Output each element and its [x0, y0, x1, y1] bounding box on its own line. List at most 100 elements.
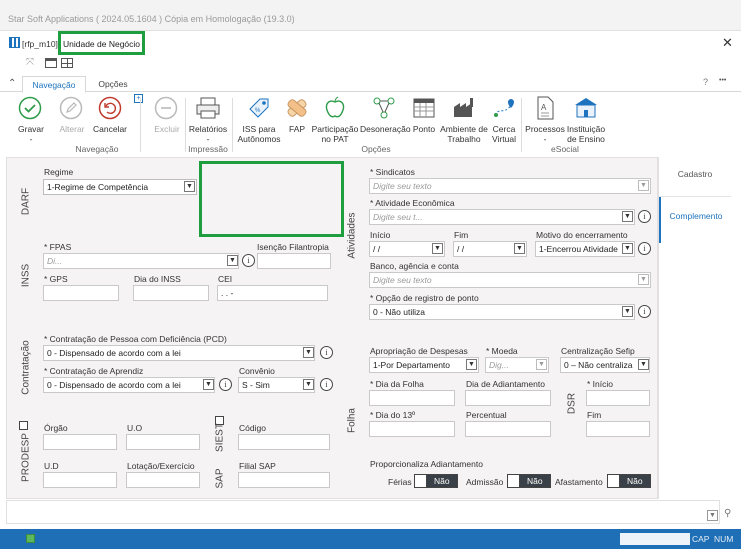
help-icon[interactable]: ? [703, 77, 708, 87]
chevron-down-icon[interactable]: ▼ [227, 255, 238, 266]
aprendiz-select[interactable]: 0 - Dispensado de acordo com a lei [43, 377, 215, 393]
dia-adiantamento-label: Dia de Adiantamento [466, 379, 545, 389]
map-pin-icon [494, 99, 514, 117]
atividade-input[interactable]: Digite seu t... [369, 209, 635, 225]
side-tab-complemento[interactable]: Complemento [659, 197, 731, 243]
orgao-input[interactable] [43, 434, 117, 450]
chevron-down-icon[interactable]: ▼ [432, 243, 443, 254]
aprendiz-label: * Contratação de Aprendiz [44, 366, 144, 376]
chevron-down-icon[interactable]: ▼ [184, 181, 195, 192]
dia-folha-input[interactable] [369, 390, 455, 406]
registro-ponto-select[interactable]: 0 - Não utiliza [369, 304, 635, 320]
info-icon[interactable]: i [638, 305, 651, 318]
cerca-virtual-button[interactable]: Cerca Virtual [490, 124, 518, 144]
chevron-down-icon[interactable]: ▼ [514, 243, 525, 254]
regime-select[interactable]: 1-Regime de Competência [43, 179, 197, 195]
alterar-button[interactable]: Alterar [54, 124, 90, 134]
chevron-down-icon[interactable]: ▼ [303, 379, 314, 390]
iss-autonomos-button[interactable]: ISS para Autônomos [236, 124, 282, 144]
afastamento-toggle-value: Não [620, 475, 650, 487]
table-icon[interactable] [61, 58, 73, 68]
chevron-down-icon[interactable]: ▼ [638, 359, 649, 370]
atividade-placeholder: Digite seu t... [373, 212, 423, 222]
processos-button[interactable]: Processos - [525, 124, 565, 144]
fim-label: Fim [454, 230, 469, 240]
aprendiz-value: 0 - Dispensado de acordo com a lei [47, 380, 181, 390]
participacao-label-2: no PAT [321, 134, 349, 144]
chevron-down-icon[interactable]: ▼ [622, 306, 633, 317]
expand-icon[interactable]: ⤧ [26, 58, 36, 68]
tab-navegacao[interactable]: Navegação [22, 76, 86, 93]
ferias-toggle[interactable]: Não [414, 474, 458, 488]
excluir-button[interactable]: Excluir [150, 124, 184, 134]
chevron-down-icon[interactable]: ▼ [203, 379, 214, 390]
collapse-ribbon-icon[interactable]: ⌃ [8, 78, 16, 89]
atividade-label: * Atividade Econômica [370, 198, 455, 208]
filter-icon[interactable]: ⚲ [724, 508, 731, 519]
relatorios-button[interactable]: Relatórios - [186, 124, 230, 144]
chevron-down-icon[interactable]: ▼ [303, 347, 314, 358]
new-record-icon[interactable]: + [134, 94, 143, 103]
admissao-toggle[interactable]: Não [507, 474, 551, 488]
dia-adiantamento-input[interactable] [465, 390, 551, 406]
info-icon[interactable]: i [638, 210, 651, 223]
dsr-inicio-input[interactable] [586, 390, 650, 406]
info-icon[interactable]: i [320, 378, 333, 391]
filial-sap-input[interactable] [238, 472, 330, 488]
chevron-down-icon[interactable]: ▼ [707, 510, 718, 521]
chevron-down-icon[interactable]: ▼ [638, 180, 649, 191]
dia-inss-input[interactable] [133, 285, 209, 301]
fpas-input[interactable]: Di... [43, 253, 239, 269]
motivo-select[interactable]: 1-Encerrou Atividade [535, 241, 635, 257]
info-icon[interactable]: i [638, 242, 651, 255]
tab-opcoes[interactable]: Opções [90, 76, 136, 92]
dsr-fim-input[interactable] [586, 421, 650, 437]
ambiente-trabalho-button[interactable]: Ambiente de Trabalho [439, 124, 489, 144]
tab-navegacao-label: Navegação [32, 80, 76, 90]
dia-13-input[interactable] [369, 421, 455, 437]
cancelar-button[interactable]: Cancelar [92, 124, 128, 134]
title-highlight [58, 31, 145, 55]
isencao-input[interactable] [257, 253, 331, 269]
percentual-input[interactable] [465, 421, 551, 437]
group-navegacao: Navegação [75, 144, 119, 154]
codigo-input[interactable] [238, 434, 330, 450]
uo-label: U.O [127, 423, 143, 433]
chevron-down-icon[interactable]: ▼ [536, 359, 547, 370]
chevron-down-icon[interactable]: ▼ [622, 243, 633, 254]
pcd-select[interactable]: 0 - Dispensado de acordo com a lei [43, 345, 315, 361]
ponto-button[interactable]: Ponto [410, 124, 438, 134]
ambiente-label-2: Trabalho [447, 134, 481, 144]
chevron-down-icon[interactable]: ▼ [466, 359, 477, 370]
info-icon[interactable]: i [320, 346, 333, 359]
more-icon[interactable]: ••• [719, 77, 726, 84]
apropriacao-select[interactable]: 1-Por Departamento [369, 357, 479, 373]
fap-button[interactable]: FAP [284, 124, 310, 134]
uo-input[interactable] [126, 434, 200, 450]
sindicatos-placeholder: Digite seu texto [373, 181, 432, 191]
afastamento-toggle[interactable]: Não [607, 474, 651, 488]
close-icon[interactable]: ✕ [722, 35, 733, 51]
ribbon: + % A Gravar - Alterar Cancelar Excluir R… [0, 92, 741, 156]
desoneracao-button[interactable]: Desoneração [360, 124, 411, 134]
info-icon[interactable]: i [219, 378, 232, 391]
info-icon[interactable]: i [242, 254, 255, 267]
calendar-icon[interactable] [45, 58, 57, 68]
sindicatos-input[interactable]: Digite seu texto [369, 178, 651, 194]
sefip-select[interactable]: 0 – Não centraliza [560, 357, 650, 373]
banco-input[interactable]: Digite seu texto [369, 272, 651, 288]
chevron-down-icon[interactable]: ▼ [622, 211, 633, 222]
ponto-label: Ponto [412, 124, 436, 134]
chevron-down-icon[interactable]: ▼ [638, 274, 649, 285]
participacao-pat-button[interactable]: Participação no PAT [311, 124, 359, 144]
toggle-knob [508, 475, 520, 487]
side-tab-cadastro[interactable]: Cadastro [659, 157, 731, 197]
cerca-label-1: Cerca [492, 124, 516, 134]
gravar-button[interactable]: Gravar - [14, 124, 48, 144]
ud-input[interactable] [43, 472, 117, 488]
gps-input[interactable] [43, 285, 119, 301]
lotacao-input[interactable] [126, 472, 200, 488]
convenio-value: S - Sim [242, 380, 270, 390]
instituicao-ensino-button[interactable]: Instituição de Ensino [565, 124, 607, 144]
cei-input[interactable]: . . - [217, 285, 328, 301]
